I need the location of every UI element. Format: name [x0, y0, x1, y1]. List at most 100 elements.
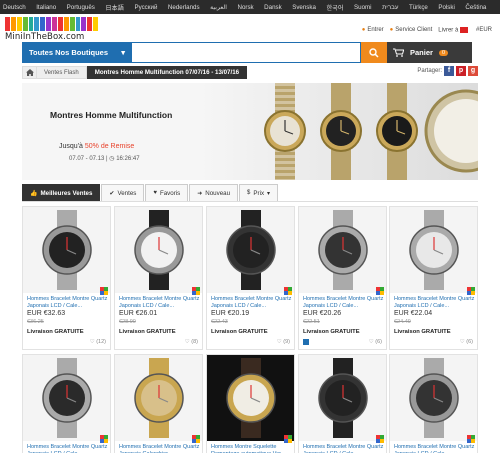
- language-link[interactable]: Dansk: [264, 4, 282, 11]
- countdown: 16:26:47: [116, 156, 140, 162]
- product-card[interactable]: Hommes Bracelet Montre Quartz Japonais L…: [22, 206, 111, 350]
- cart-button[interactable]: Panier 0: [387, 42, 472, 63]
- product-image[interactable]: [115, 355, 202, 441]
- breadcrumb-current: Montres Homme Multifunction 07/07/16 - 1…: [86, 66, 248, 79]
- categories-dropdown[interactable]: Toutes Nos Boutiques ▾: [22, 42, 132, 63]
- free-shipping-label: Livraison GRATUITE: [211, 329, 268, 335]
- language-link[interactable]: 日本語: [105, 3, 124, 12]
- product-card[interactable]: Hommes Bracelet Montre Quartz Japonais L…: [389, 354, 478, 453]
- language-link[interactable]: Svenska: [292, 4, 316, 11]
- favorite-button[interactable]: ♡ (6): [460, 339, 473, 345]
- currency-selector[interactable]: #EUR: [476, 27, 492, 34]
- breadcrumb-item[interactable]: Ventes Flash: [37, 66, 87, 79]
- product-title[interactable]: Hommes Bracelet Montre Quartz Japonais L…: [394, 444, 476, 453]
- language-link[interactable]: Suomi: [354, 4, 372, 11]
- product-title[interactable]: Hommes Bracelet Montre Quartz Japonais C…: [119, 444, 201, 453]
- product-image[interactable]: [207, 355, 294, 441]
- logo[interactable]: MiniInTheBox.com: [5, 17, 105, 42]
- product-old-price: €28.90: [119, 319, 136, 325]
- tab-best-sellers[interactable]: 👍 Meilleures Ventes: [22, 184, 101, 201]
- product-card[interactable]: Hommes Montre Squelette Remontage automa…: [206, 354, 295, 453]
- product-title[interactable]: Hommes Bracelet Montre Quartz Japonais L…: [303, 444, 385, 453]
- language-link[interactable]: Nederlands: [168, 4, 200, 11]
- arrow-circle-icon: ➜: [197, 190, 203, 197]
- language-link[interactable]: Čeština: [465, 4, 486, 11]
- product-image[interactable]: [23, 355, 110, 441]
- product-title[interactable]: Hommes Bracelet Montre Quartz Japonais L…: [211, 296, 293, 309]
- product-card[interactable]: Hommes Bracelet Montre Quartz Japonais L…: [298, 206, 387, 350]
- product-image[interactable]: [390, 355, 477, 441]
- product-title[interactable]: Hommes Bracelet Montre Quartz Japonais L…: [394, 296, 476, 309]
- service-link[interactable]: ● Service Client: [390, 27, 433, 34]
- language-link[interactable]: Polski: [438, 4, 455, 11]
- cart-icon: [393, 48, 404, 57]
- free-shipping-label: Livraison GRATUITE: [394, 329, 451, 335]
- product-card[interactable]: Hommes Bracelet Montre Quartz Japonais L…: [389, 206, 478, 350]
- language-link[interactable]: Português: [67, 4, 95, 11]
- product-title[interactable]: Hommes Bracelet Montre Quartz Japonais L…: [119, 296, 201, 309]
- watches-illustration: [264, 83, 500, 180]
- home-icon[interactable]: [22, 66, 37, 79]
- product-image[interactable]: [115, 207, 202, 293]
- heart-icon: ♡: [276, 339, 282, 345]
- product-image[interactable]: [299, 355, 386, 441]
- pinterest-icon[interactable]: p: [456, 66, 466, 76]
- deliver-to[interactable]: Livrer à: [438, 27, 470, 34]
- favorite-button[interactable]: ♡ (9): [277, 339, 290, 345]
- product-card[interactable]: Hommes Bracelet Montre Quartz Japonais L…: [206, 206, 295, 350]
- tab-price[interactable]: $ Prix ▾: [239, 184, 279, 201]
- product-image[interactable]: [299, 207, 386, 293]
- language-link[interactable]: Pусский: [134, 4, 157, 11]
- product-image[interactable]: [390, 207, 477, 293]
- product-card[interactable]: Hommes Bracelet Montre Quartz Japonais C…: [114, 354, 203, 453]
- language-link[interactable]: Norsk: [237, 4, 253, 11]
- banner-discount: Jusqu'à 50% de Remise: [59, 143, 134, 150]
- discount-value: 50% de Remise: [84, 143, 135, 150]
- seller-badge-icon: [284, 435, 292, 443]
- search-input[interactable]: [132, 42, 361, 63]
- seller-badge-icon: [192, 435, 200, 443]
- share-label: Partager:: [417, 68, 442, 74]
- google-plus-icon[interactable]: g: [468, 66, 478, 76]
- dollar-icon: $: [247, 190, 251, 196]
- favorite-button[interactable]: ♡ (12): [90, 339, 106, 345]
- banner-title: Montres Homme Multifunction: [50, 110, 173, 120]
- language-link[interactable]: Deutsch: [3, 4, 26, 11]
- promo-banner[interactable]: Montres Homme Multifunction Jusqu'à 50% …: [22, 83, 500, 180]
- heart-icon: ♥: [153, 190, 157, 196]
- banner-text-area: Montres Homme Multifunction Jusqu'à 50% …: [22, 83, 198, 180]
- tab-new[interactable]: ➜ Nouveau: [189, 184, 239, 201]
- free-shipping-label: Livraison GRATUITE: [119, 329, 176, 335]
- watch-picture: [41, 210, 92, 290]
- product-price: EUR €26.01: [119, 310, 158, 317]
- free-shipping-label: Livraison GRATUITE: [27, 329, 84, 335]
- product-card[interactable]: Hommes Bracelet Montre Quartz Japonais L…: [22, 354, 111, 453]
- favorite-button[interactable]: ♡ (6): [369, 339, 382, 345]
- deliver-label: Livrer à: [438, 27, 459, 34]
- product-title[interactable]: Hommes Bracelet Montre Quartz Japonais L…: [27, 444, 109, 453]
- chevron-down-icon: ▾: [267, 189, 271, 197]
- product-title[interactable]: Hommes Bracelet Montre Quartz Japonais L…: [303, 296, 385, 309]
- product-title[interactable]: Hommes Montre Squelette Remontage automa…: [211, 444, 293, 453]
- tab-sales[interactable]: ✔ Ventes: [101, 184, 145, 201]
- product-title[interactable]: Hommes Bracelet Montre Quartz Japonais L…: [27, 296, 109, 309]
- tab-favorites[interactable]: ♥ Favoris: [145, 184, 189, 201]
- product-card[interactable]: Hommes Bracelet Montre Quartz Japonais L…: [114, 206, 203, 350]
- product-card[interactable]: Hommes Bracelet Montre Quartz Japonais L…: [298, 354, 387, 453]
- language-link[interactable]: العربية: [210, 4, 227, 11]
- language-link[interactable]: Türkçe: [409, 4, 428, 11]
- favorite-button[interactable]: ♡ (8): [185, 339, 198, 345]
- language-link[interactable]: עברית: [382, 4, 398, 11]
- product-image[interactable]: [23, 207, 110, 293]
- sign-in-link[interactable]: ● Entrer: [362, 27, 384, 34]
- logo-text: MiniInTheBox.com: [5, 32, 85, 42]
- watch-picture: [225, 358, 276, 438]
- facebook-icon[interactable]: f: [444, 66, 454, 76]
- product-image[interactable]: [207, 207, 294, 293]
- watch-picture: [41, 358, 92, 438]
- search-button[interactable]: [361, 42, 387, 63]
- language-link[interactable]: 한국어: [326, 3, 343, 12]
- categories-label: Toutes Nos Boutiques: [29, 48, 109, 57]
- watch-picture: [317, 210, 368, 290]
- language-link[interactable]: Italiano: [36, 4, 56, 11]
